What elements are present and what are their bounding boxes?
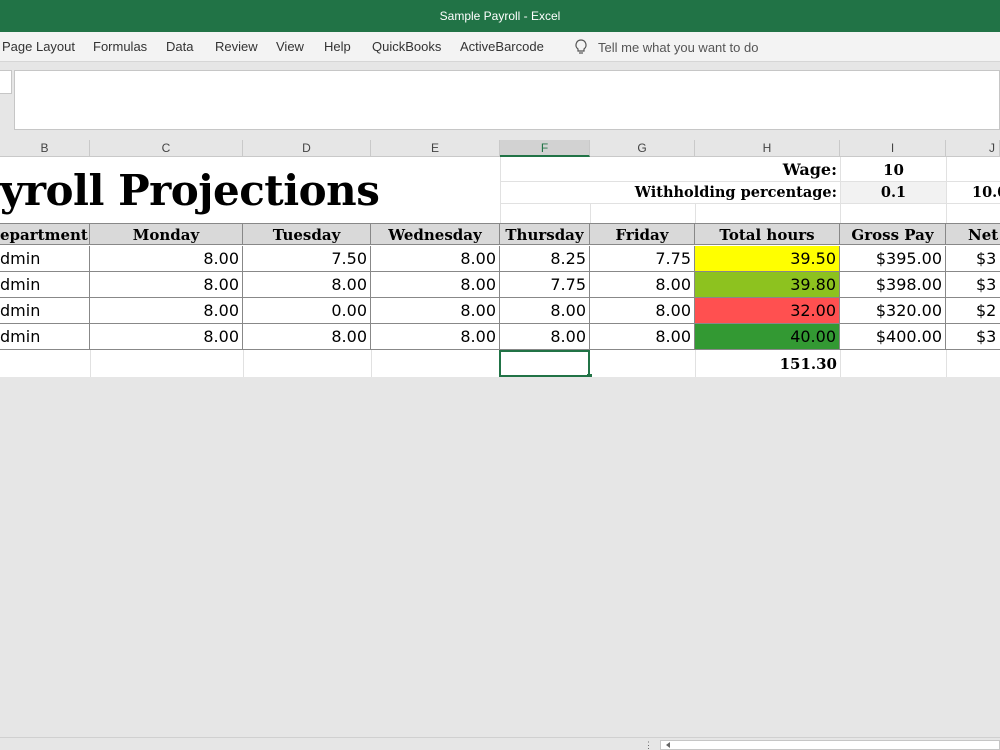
- fill-handle[interactable]: [587, 374, 592, 377]
- cell-net[interactable]: $3: [946, 246, 1000, 272]
- header-monday: Monday: [90, 223, 243, 245]
- tab-activebarcode[interactable]: ActiveBarcode: [460, 32, 544, 62]
- selected-cell[interactable]: [499, 350, 590, 377]
- cell-wed[interactable]: 8.00: [371, 272, 500, 298]
- gridline: [500, 157, 501, 223]
- worksheet-grid[interactable]: yroll Projections Wage: 10 Withholding p…: [0, 157, 1000, 377]
- header-tuesday: Tuesday: [243, 223, 371, 245]
- gridline: [946, 157, 947, 223]
- column-header-f[interactable]: F: [500, 140, 590, 157]
- column-header-e[interactable]: E: [371, 140, 500, 157]
- cell-total-hours[interactable]: 32.00: [695, 298, 840, 324]
- tab-data[interactable]: Data: [166, 32, 193, 62]
- column-header-b[interactable]: B: [0, 140, 90, 157]
- cell-dept[interactable]: dmin: [0, 324, 90, 350]
- cell-net[interactable]: $2: [946, 298, 1000, 324]
- gridline: [500, 203, 1000, 204]
- cell-mon[interactable]: 8.00: [90, 324, 243, 350]
- wage-label: Wage:: [782, 160, 837, 179]
- gridline: [90, 350, 91, 377]
- header-gross-pay: Gross Pay: [840, 223, 946, 245]
- wage-value[interactable]: 10: [841, 159, 946, 181]
- cell-fri[interactable]: 8.00: [590, 298, 695, 324]
- column-header-i[interactable]: I: [840, 140, 946, 157]
- column-headers: B C D E F G H I J: [0, 140, 1000, 157]
- cell-thu[interactable]: 8.00: [500, 298, 590, 324]
- tab-review[interactable]: Review: [215, 32, 258, 62]
- cell-thu[interactable]: 8.25: [500, 246, 590, 272]
- cell-total-hours[interactable]: 39.50: [695, 246, 840, 272]
- tab-formulas[interactable]: Formulas: [93, 32, 147, 62]
- cell-dept[interactable]: dmin: [0, 298, 90, 324]
- tab-page-layout[interactable]: Page Layout: [2, 32, 75, 62]
- gridline: [840, 350, 841, 377]
- cell-fri[interactable]: 8.00: [590, 272, 695, 298]
- name-box[interactable]: [0, 70, 12, 94]
- ribbon-tabs: Page Layout Formulas Data Review View He…: [0, 32, 1000, 62]
- header-net: Net: [946, 223, 1000, 245]
- cell-fri[interactable]: 8.00: [590, 324, 695, 350]
- cell-dept[interactable]: dmin: [0, 246, 90, 272]
- tab-view[interactable]: View: [276, 32, 304, 62]
- column-header-c[interactable]: C: [90, 140, 243, 157]
- header-department: epartment: [0, 223, 90, 245]
- sheet-title: yroll Projections: [0, 166, 380, 215]
- j-partial-value: 10.0: [972, 184, 1000, 201]
- cell-mon[interactable]: 8.00: [90, 272, 243, 298]
- column-header-g[interactable]: G: [590, 140, 695, 157]
- cell-tue[interactable]: 8.00: [243, 272, 371, 298]
- cell-gross-pay[interactable]: $320.00: [840, 298, 946, 324]
- cell-net[interactable]: $3: [946, 272, 1000, 298]
- total-hours-sum[interactable]: 151.30: [695, 353, 837, 375]
- header-friday: Friday: [590, 223, 695, 245]
- cell-gross-pay[interactable]: $400.00: [840, 324, 946, 350]
- cell-total-hours[interactable]: 39.80: [695, 272, 840, 298]
- tab-help[interactable]: Help: [324, 32, 351, 62]
- window-title: Sample Payroll - Excel: [439, 9, 561, 23]
- cell-tue[interactable]: 7.50: [243, 246, 371, 272]
- cell-dept[interactable]: dmin: [0, 272, 90, 298]
- cell-fri[interactable]: 7.75: [590, 246, 695, 272]
- cell-tue[interactable]: 0.00: [243, 298, 371, 324]
- cell-thu[interactable]: 7.75: [500, 272, 590, 298]
- cell-gross-pay[interactable]: $395.00: [840, 246, 946, 272]
- header-total-hours: Total hours: [695, 223, 840, 245]
- cell-gross-pay[interactable]: $398.00: [840, 272, 946, 298]
- splitter-dots[interactable]: ⋮: [644, 741, 654, 750]
- cell-wed[interactable]: 8.00: [371, 324, 500, 350]
- column-header-j[interactable]: J: [946, 140, 1000, 157]
- gridline: [946, 350, 947, 377]
- header-wednesday: Wednesday: [371, 223, 500, 245]
- cell-net[interactable]: $3: [946, 324, 1000, 350]
- cell-thu[interactable]: 8.00: [500, 324, 590, 350]
- horizontal-scrollbar[interactable]: [660, 740, 1000, 750]
- gridline: [590, 203, 591, 223]
- column-header-h[interactable]: H: [695, 140, 840, 157]
- cell-tue[interactable]: 8.00: [243, 324, 371, 350]
- cell-mon[interactable]: 8.00: [90, 246, 243, 272]
- tell-me-box[interactable]: Tell me what you want to do: [574, 32, 758, 62]
- formula-bar[interactable]: [14, 70, 1000, 130]
- cell-total-hours[interactable]: 40.00: [695, 324, 840, 350]
- scroll-left-icon[interactable]: [663, 740, 673, 750]
- tab-quickbooks[interactable]: QuickBooks: [372, 32, 441, 62]
- withholding-value[interactable]: 0.1: [841, 182, 946, 203]
- withholding-label: Withholding percentage:: [634, 184, 837, 201]
- lightbulb-icon: [575, 39, 587, 54]
- column-header-d[interactable]: D: [243, 140, 371, 157]
- gridline: [243, 350, 244, 377]
- header-thursday: Thursday: [500, 223, 590, 245]
- cell-wed[interactable]: 8.00: [371, 298, 500, 324]
- cell-mon[interactable]: 8.00: [90, 298, 243, 324]
- title-bar: Sample Payroll - Excel: [0, 0, 1000, 32]
- gridline: [695, 203, 696, 223]
- tell-me-placeholder: Tell me what you want to do: [598, 39, 759, 55]
- cell-wed[interactable]: 8.00: [371, 246, 500, 272]
- gridline: [371, 350, 372, 377]
